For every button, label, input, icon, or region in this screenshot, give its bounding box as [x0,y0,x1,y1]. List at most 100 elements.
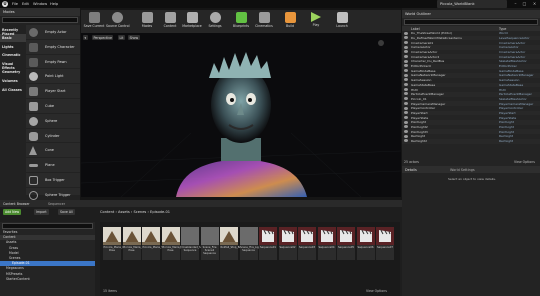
minimize-icon[interactable]: – [511,1,520,7]
visibility-eye-icon[interactable] [404,120,408,124]
visibility-eye-icon[interactable] [404,59,408,63]
path-search-input[interactable] [2,223,93,229]
category-all-classes[interactable]: All Classes [0,85,26,94]
visibility-eye-icon[interactable] [404,111,408,115]
close-icon[interactable]: × [530,1,539,7]
asset-tile[interactable]: Sequence03 [298,227,316,260]
asset-tile[interactable]: Rokfall_Stop_Bottom [220,227,247,260]
visibility-eye-icon[interactable] [404,31,408,35]
list-item[interactable]: Point Light [26,69,80,85]
list-item[interactable]: Player Start [26,84,80,99]
outliner-row[interactable]: RectLight2 RectLight [402,138,540,144]
visibility-eye-icon[interactable] [404,45,408,49]
menu-file[interactable]: File [12,2,18,6]
visibility-eye-icon[interactable] [404,64,408,68]
category-cinematic[interactable]: Cinematic [0,51,26,60]
visibility-eye-icon[interactable] [404,139,408,143]
outliner-search-input[interactable] [404,19,538,25]
list-item[interactable]: Empty Pawn [26,55,80,70]
type-column-header[interactable]: Type [499,27,506,31]
visibility-eye-icon[interactable] [404,129,408,133]
breadcrumb-episode[interactable]: Episode-01 [150,210,170,214]
breadcrumb-content[interactable]: Content [100,210,114,214]
show-button[interactable]: Show [128,35,140,40]
blueprints-button[interactable]: Blueprints [230,12,252,32]
visibility-eye-icon[interactable] [404,73,408,77]
visibility-eye-icon[interactable] [404,83,408,87]
visibility-eye-icon[interactable] [404,78,408,82]
maximize-icon[interactable]: □ [520,1,529,7]
menu-help[interactable]: Help [50,2,58,6]
asset-tile[interactable]: Sequence07 [376,227,394,260]
category-volumes[interactable]: Volumes [0,77,26,86]
asset-tile[interactable]: Scene_Fire_Lighting Sequence [239,227,266,260]
marketplace-button[interactable]: Marketplace [181,12,203,32]
asset-tile[interactable]: Sequence02 [278,227,297,260]
visibility-eye-icon[interactable] [404,106,408,110]
asset-tile[interactable]: Piccola_Maria_Outfit2 Pose [103,227,131,260]
category-lights[interactable]: Lights [0,42,26,51]
list-item[interactable]: Sphere [26,114,80,129]
asset-tile[interactable]: Scene_Fire Scene2 Sequence [200,227,219,260]
build-button[interactable]: Build [279,12,301,32]
list-item[interactable]: Cone [26,143,80,159]
save-all-button[interactable]: Save All [58,209,75,215]
list-item[interactable]: Empty Character [26,40,80,55]
visibility-eye-icon[interactable] [404,54,408,58]
lit-button[interactable]: Lit [118,35,125,40]
viewport-options-button[interactable]: ▾ [83,35,88,40]
menu-window[interactable]: Window [33,2,47,6]
visibility-eye-icon[interactable] [404,50,408,54]
content-browser-tab[interactable]: Content Browser [3,202,30,206]
play-button[interactable]: Play [305,12,327,32]
perspective-button[interactable]: Perspective [92,35,114,40]
tree-starter-content[interactable]: StarterContent [0,277,95,282]
breadcrumb-scenes[interactable]: Scenes [133,210,146,214]
asset-tile[interactable]: Piccola_Maria_Outfit3 Pose [122,227,151,260]
asset-tile[interactable]: Sequence04 [317,227,336,260]
list-item[interactable]: Empty Actor [26,25,80,40]
visibility-eye-icon[interactable] [404,92,408,96]
category-visual-effects[interactable]: Visual Effects [0,59,26,70]
asset-tile[interactable]: Sequence01 [259,227,277,260]
content-button[interactable]: Content [159,12,181,32]
asset-tile[interactable]: Piccola_Maria_Trockblock_RedBus [142,227,186,260]
list-item[interactable]: Cube [26,99,80,114]
class-search-input[interactable] [2,17,78,23]
import-button[interactable]: Import [34,209,49,215]
sequencer-tab[interactable]: Sequencer [48,202,65,206]
add-new-button[interactable]: Add New [3,209,22,215]
visibility-eye-icon[interactable] [404,115,408,119]
visibility-eye-icon[interactable] [404,69,408,72]
list-item[interactable]: Box Trigger [26,173,80,188]
save-current-button[interactable]: Save Current [83,12,105,32]
breadcrumb-assets[interactable]: Assets [118,210,130,214]
list-item[interactable]: Plane [26,158,80,173]
visibility-eye-icon[interactable] [404,40,408,44]
cinematics-button[interactable]: Cinematics [253,12,275,32]
level-viewport[interactable]: ▾ Perspective Lit Show [81,33,401,197]
visibility-eye-icon[interactable] [404,36,408,40]
asset-tile[interactable]: Cineblanded_Scene_Fire Sequence [181,227,213,260]
visibility-eye-icon[interactable] [404,87,408,91]
world-settings-tab[interactable]: World Settings [450,168,475,172]
details-tab[interactable]: Details [405,168,417,172]
source-control-button[interactable]: Source Control [106,12,129,32]
outliner-view-options[interactable]: View Options [514,160,535,164]
list-item[interactable]: Cylinder [26,129,80,144]
visibility-eye-icon[interactable] [404,125,408,129]
visibility-eye-icon[interactable] [404,134,408,138]
visibility-eye-icon[interactable] [404,101,408,105]
modes-button[interactable]: Modes [136,12,158,32]
visibility-eye-icon[interactable] [404,97,408,101]
outliner-tab[interactable]: World Outliner [402,10,540,18]
asset-tile[interactable]: Sequence06 [356,227,375,260]
asset-view-options[interactable]: View Options [366,289,387,293]
unreal-logo-icon[interactable]: U [2,1,8,7]
label-column-header[interactable]: Label [411,27,420,31]
menu-edit[interactable]: Edit [22,2,29,6]
category-recent[interactable]: Recently Placed [0,25,26,36]
launch-button[interactable]: Launch [331,12,353,32]
asset-tile[interactable]: Sequence05 [337,227,355,260]
asset-tile[interactable]: Piccola_Maria_Outfit4 Pose [161,227,190,260]
